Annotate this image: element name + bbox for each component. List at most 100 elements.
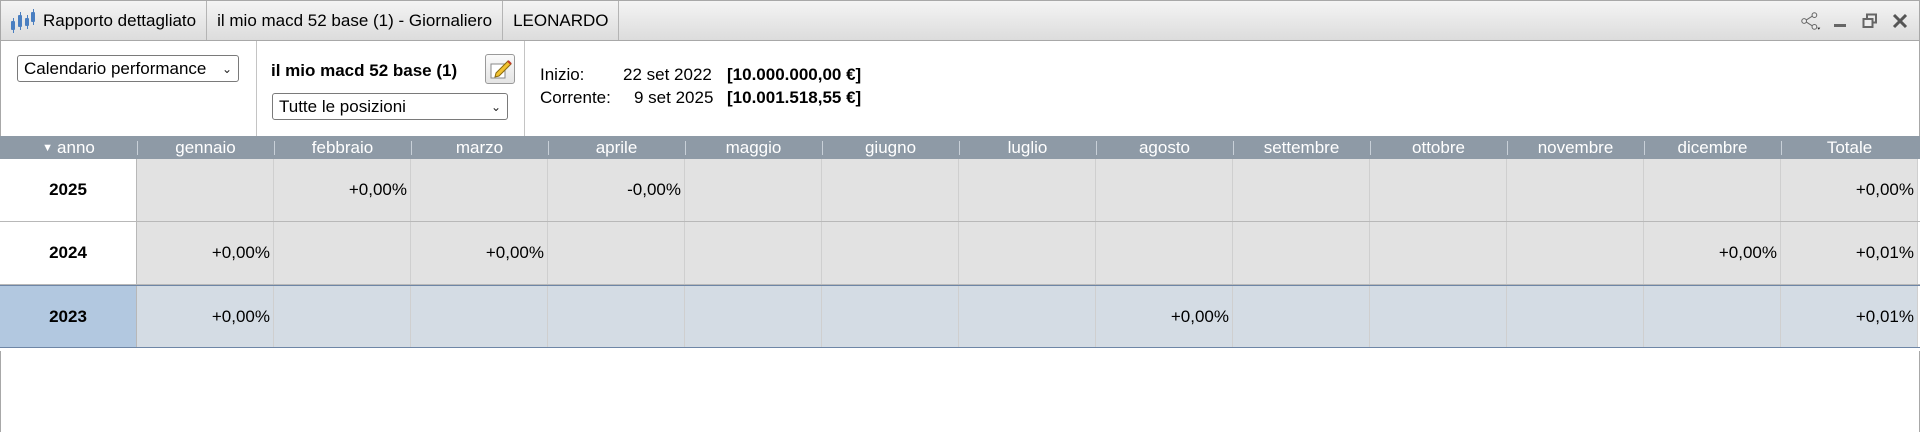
title-bar: Rapporto dettagliato il mio macd 52 base… bbox=[0, 0, 1920, 41]
edit-icon[interactable] bbox=[485, 54, 515, 84]
chevron-down-icon: ⌄ bbox=[490, 99, 501, 114]
column-header-label: settembre bbox=[1263, 137, 1340, 157]
column-header-label: marzo bbox=[455, 137, 504, 157]
performance-calendar-table: ▼ anno gennaio febbraio marzo aprile maggio gi… bbox=[0, 136, 1920, 348]
month-cell-maggio[interactable] bbox=[685, 222, 822, 284]
month-cell-novembre[interactable] bbox=[1507, 286, 1644, 347]
month-cell-dicembre[interactable]: +0,00% bbox=[1644, 222, 1781, 284]
empty-table-area bbox=[0, 351, 1920, 432]
tab-detailed-report[interactable]: Rapporto dettagliato bbox=[1, 1, 208, 40]
month-cell-febbraio[interactable] bbox=[274, 222, 411, 284]
month-cell-dicembre[interactable] bbox=[1644, 286, 1781, 347]
month-cell-settembre[interactable] bbox=[1233, 222, 1370, 284]
month-cell-gennaio[interactable]: +0,00% bbox=[137, 222, 274, 284]
share-icon[interactable] bbox=[1799, 10, 1821, 32]
column-header-label: dicembre bbox=[1677, 137, 1748, 157]
month-cell-agosto[interactable] bbox=[1096, 222, 1233, 284]
column-header-label: anno bbox=[57, 137, 95, 157]
month-cell-ottobre[interactable] bbox=[1370, 222, 1507, 284]
table-row-2024[interactable]: 2024 +0,00% +0,00% +0,00% +0,01% bbox=[0, 222, 1920, 285]
positions-select-value: Tutte le posizioni bbox=[279, 96, 406, 116]
month-cell-gennaio[interactable]: +0,00% bbox=[137, 286, 274, 347]
candlestick-icon bbox=[9, 8, 35, 33]
year-cell[interactable]: 2025 bbox=[0, 159, 137, 221]
column-header-marzo[interactable]: marzo bbox=[411, 136, 548, 159]
month-cell-febbraio[interactable] bbox=[274, 286, 411, 347]
month-cell-marzo[interactable]: +0,00% bbox=[411, 222, 548, 284]
close-icon[interactable] bbox=[1889, 10, 1911, 32]
column-header-giugno[interactable]: giugno bbox=[822, 136, 959, 159]
table-row-2025[interactable]: 2025 +0,00% -0,00% +0,00% bbox=[0, 159, 1920, 222]
strategy-title[interactable]: il mio macd 52 base (1) - Giornaliero bbox=[207, 1, 504, 40]
panel-divider bbox=[524, 41, 525, 136]
table-header: ▼ anno gennaio febbraio marzo aprile maggio gi… bbox=[0, 136, 1920, 159]
column-header-label: ottobre bbox=[1412, 137, 1465, 157]
column-header-label: maggio bbox=[725, 137, 782, 157]
year-cell[interactable]: 2023 bbox=[0, 286, 137, 347]
month-cell-novembre[interactable] bbox=[1507, 159, 1644, 221]
month-cell-novembre[interactable] bbox=[1507, 222, 1644, 284]
month-cell-aprile[interactable]: -0,00% bbox=[548, 159, 685, 221]
column-header-label: Totale bbox=[1826, 137, 1873, 157]
strategy-name: il mio macd 52 base (1) bbox=[271, 61, 458, 80]
sort-arrow-icon: ▼ bbox=[42, 141, 54, 154]
column-header-ottobre[interactable]: ottobre bbox=[1370, 136, 1507, 159]
control-panel: Calendario performance ⌄ il mio macd 52 … bbox=[0, 41, 1920, 136]
view-select-value: Calendario performance bbox=[24, 58, 207, 78]
month-cell-settembre[interactable] bbox=[1233, 286, 1370, 347]
month-cell-giugno[interactable] bbox=[822, 286, 959, 347]
month-cell-aprile[interactable] bbox=[548, 222, 685, 284]
month-cell-giugno[interactable] bbox=[822, 159, 959, 221]
positions-select[interactable]: Tutte le posizioni ⌄ bbox=[272, 93, 508, 120]
table-row-2023[interactable]: 2023 +0,00% +0,00% +0,01% bbox=[0, 285, 1920, 348]
column-header-aprile[interactable]: aprile bbox=[548, 136, 685, 159]
month-cell-agosto[interactable]: +0,00% bbox=[1096, 286, 1233, 347]
column-header-anno[interactable]: ▼ anno bbox=[0, 136, 137, 159]
current-label: Corrente: bbox=[540, 88, 611, 107]
month-cell-gennaio[interactable] bbox=[137, 159, 274, 221]
month-cell-marzo[interactable] bbox=[411, 159, 548, 221]
column-header-label: novembre bbox=[1537, 137, 1614, 157]
column-header-dicembre[interactable]: dicembre bbox=[1644, 136, 1781, 159]
month-cell-aprile[interactable] bbox=[548, 286, 685, 347]
column-header-label: giugno bbox=[864, 137, 917, 157]
minimize-icon[interactable] bbox=[1829, 10, 1851, 32]
column-header-agosto[interactable]: agosto bbox=[1096, 136, 1233, 159]
column-header-label: aprile bbox=[595, 137, 638, 157]
start-value: [10.000.000,00 €] bbox=[727, 65, 862, 84]
instrument-title[interactable]: LEONARDO bbox=[503, 1, 620, 40]
total-cell[interactable]: +0,01% bbox=[1781, 286, 1918, 347]
chevron-down-icon: ⌄ bbox=[221, 61, 232, 76]
panel-divider bbox=[256, 41, 257, 136]
month-cell-luglio[interactable] bbox=[959, 222, 1096, 284]
month-cell-giugno[interactable] bbox=[822, 222, 959, 284]
column-header-label: agosto bbox=[1138, 137, 1191, 157]
year-cell[interactable]: 2024 bbox=[0, 222, 137, 284]
column-header-settembre[interactable]: settembre bbox=[1233, 136, 1370, 159]
month-cell-ottobre[interactable] bbox=[1370, 159, 1507, 221]
view-select[interactable]: Calendario performance ⌄ bbox=[17, 55, 239, 82]
column-header-maggio[interactable]: maggio bbox=[685, 136, 822, 159]
column-header-gennaio[interactable]: gennaio bbox=[137, 136, 274, 159]
start-label: Inizio: bbox=[540, 65, 585, 84]
month-cell-maggio[interactable] bbox=[685, 286, 822, 347]
month-cell-dicembre[interactable] bbox=[1644, 159, 1781, 221]
column-header-novembre[interactable]: novembre bbox=[1507, 136, 1644, 159]
start-date: 22 set 2022 bbox=[623, 65, 712, 84]
total-cell[interactable]: +0,01% bbox=[1781, 222, 1918, 284]
month-cell-settembre[interactable] bbox=[1233, 159, 1370, 221]
month-cell-agosto[interactable] bbox=[1096, 159, 1233, 221]
month-cell-febbraio[interactable]: +0,00% bbox=[274, 159, 411, 221]
month-cell-luglio[interactable] bbox=[959, 159, 1096, 221]
restore-icon[interactable] bbox=[1859, 10, 1881, 32]
column-header-label: luglio bbox=[1007, 137, 1048, 157]
month-cell-ottobre[interactable] bbox=[1370, 286, 1507, 347]
column-header-luglio[interactable]: luglio bbox=[959, 136, 1096, 159]
column-header-totale[interactable]: Totale bbox=[1781, 136, 1918, 159]
report-title: Rapporto dettagliato bbox=[43, 10, 197, 30]
month-cell-maggio[interactable] bbox=[685, 159, 822, 221]
month-cell-luglio[interactable] bbox=[959, 286, 1096, 347]
month-cell-marzo[interactable] bbox=[411, 286, 548, 347]
total-cell[interactable]: +0,00% bbox=[1781, 159, 1918, 221]
column-header-febbraio[interactable]: febbraio bbox=[274, 136, 411, 159]
